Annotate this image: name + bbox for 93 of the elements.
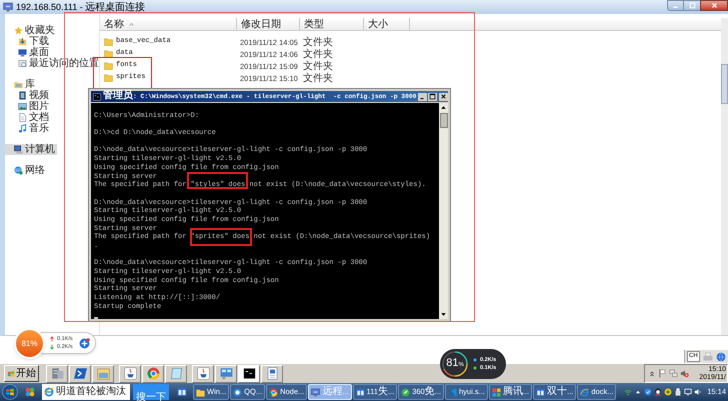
remote-desktop-icon xyxy=(311,388,320,396)
close-button[interactable] xyxy=(700,0,728,11)
browser-icon xyxy=(580,388,590,396)
upload-dot-icon xyxy=(472,357,478,363)
leaf-icon xyxy=(401,388,410,396)
double-chevron-icon[interactable] xyxy=(648,370,656,378)
nav-item[interactable]: 计算机 xyxy=(5,144,57,155)
close-button[interactable] xyxy=(439,92,448,100)
maximize-icon xyxy=(429,93,436,100)
cup-icon xyxy=(196,367,210,380)
upload-arrow-icon xyxy=(49,336,55,342)
library-icon xyxy=(14,80,23,89)
column-header[interactable]: 类型 xyxy=(300,18,364,31)
download-dot-icon xyxy=(472,365,478,371)
nav-item[interactable]: 网络 xyxy=(5,165,47,176)
file-type: 文件夹 xyxy=(303,37,333,48)
maximize-icon xyxy=(688,1,696,10)
column-header[interactable]: 修改日期 xyxy=(237,18,300,31)
nav-item[interactable]: 库 xyxy=(5,79,37,90)
windows-flag-icon xyxy=(7,370,15,378)
nav-item[interactable]: 桌面 xyxy=(5,47,51,58)
shield-icon[interactable] xyxy=(644,388,652,396)
column-header[interactable]: 名称 xyxy=(100,18,237,31)
column-header[interactable]: 大小 xyxy=(364,18,410,31)
speaker-icon[interactable] xyxy=(680,369,689,378)
nav-item[interactable]: 收藏夹 xyxy=(5,25,57,36)
add-icon[interactable] xyxy=(78,338,90,348)
notepad-icon xyxy=(170,367,182,380)
nav-item[interactable]: 视频 xyxy=(5,90,51,101)
nav-item[interactable]: 下载 xyxy=(5,36,51,47)
browser-icon xyxy=(44,387,54,397)
scrollbar-thumb[interactable] xyxy=(721,64,728,104)
usb-icon[interactable] xyxy=(674,388,682,396)
file-type: 文件夹 xyxy=(303,49,333,60)
nav-item[interactable]: 文档 xyxy=(5,112,51,123)
round-app-icon xyxy=(233,388,242,396)
remote-desktop-icon xyxy=(3,2,13,12)
music-note-icon xyxy=(18,124,27,133)
server-icon xyxy=(50,367,64,380)
download-arrow-icon xyxy=(49,344,55,350)
prompt-icon xyxy=(74,367,86,380)
scrollbar[interactable] xyxy=(439,103,448,319)
quick-launch-button[interactable] xyxy=(238,364,260,382)
window-icon xyxy=(356,388,365,396)
window-icon xyxy=(177,387,187,397)
desktop-icon xyxy=(18,48,27,57)
close-icon xyxy=(710,1,718,10)
start-button[interactable] xyxy=(1,384,18,400)
image-icon xyxy=(18,102,27,111)
maximize-button[interactable] xyxy=(428,92,438,100)
blocks-icon xyxy=(492,388,501,396)
window-icon xyxy=(536,388,546,396)
flag-icon[interactable] xyxy=(658,369,667,378)
folder-window-icon xyxy=(96,367,110,380)
download-icon xyxy=(18,37,27,46)
quick-launch-button[interactable] xyxy=(69,364,91,382)
terminal-icon xyxy=(242,367,256,380)
scrollbar-thumb[interactable] xyxy=(440,113,448,128)
display-icon[interactable] xyxy=(684,388,692,396)
scrollbar[interactable] xyxy=(721,18,728,335)
nav-item[interactable]: 图片 xyxy=(5,101,51,112)
text-cursor xyxy=(94,316,98,318)
search-field[interactable]: 明道首轮被淘汰 xyxy=(42,384,130,400)
cup-icon xyxy=(124,367,136,380)
tricolor-circle-icon xyxy=(146,367,160,380)
computer-icon xyxy=(14,145,23,154)
start-orb-icon xyxy=(2,384,18,400)
recent-places-icon xyxy=(18,59,27,68)
wifi-icon[interactable] xyxy=(624,388,632,396)
speaker-icon[interactable] xyxy=(694,388,702,396)
nav-item[interactable]: 音乐 xyxy=(5,123,51,134)
ribbon-icon xyxy=(448,388,457,396)
text-editor-icon xyxy=(266,367,278,380)
file-type: 文件夹 xyxy=(303,73,333,84)
star-icon xyxy=(14,26,23,35)
usage-percent: 81% xyxy=(21,338,38,348)
plus-circle-icon[interactable] xyxy=(664,388,672,396)
close-icon xyxy=(440,93,448,100)
globe-icon[interactable] xyxy=(716,352,726,362)
tricolor-circle-icon xyxy=(269,388,278,396)
minimize-button[interactable] xyxy=(418,92,428,100)
document-icon xyxy=(18,113,27,122)
expand-icon[interactable] xyxy=(634,388,642,396)
round-badge-icon[interactable] xyxy=(654,388,662,396)
network-icon xyxy=(14,166,23,175)
colorful-app-icon xyxy=(25,387,35,397)
panels-icon xyxy=(220,367,232,380)
start-button[interactable]: 开始 xyxy=(4,365,39,382)
film-icon xyxy=(18,91,27,100)
window-title: 192.168.50.111 - 远程桌面连接 xyxy=(16,0,146,14)
file-type: 文件夹 xyxy=(303,61,333,72)
terminal-icon xyxy=(93,92,101,100)
folder-icon xyxy=(196,388,205,396)
